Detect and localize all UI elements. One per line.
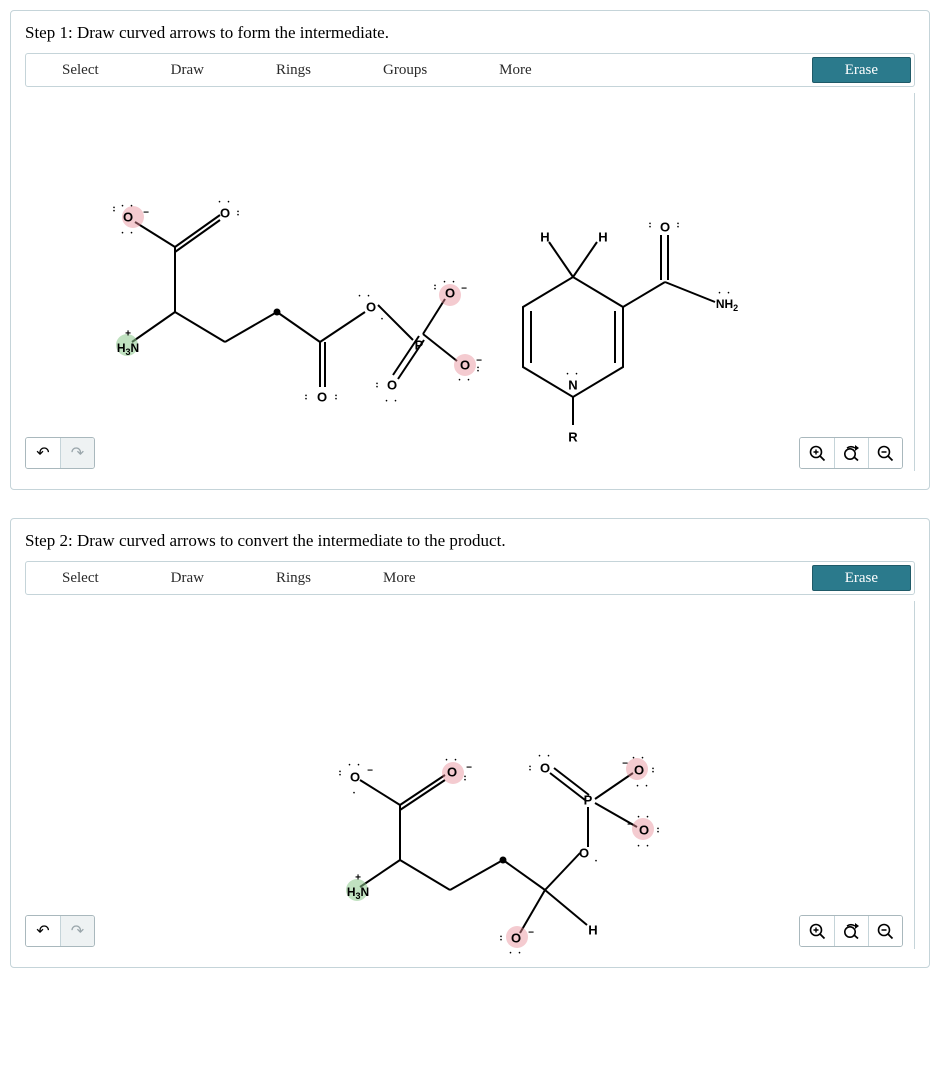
step2-title: Step 2: Draw curved arrows to convert th… [25, 531, 915, 551]
molecule-drawing-1 [25, 87, 925, 477]
undo-icon: ↶ [36, 921, 49, 941]
atom-h1: H [540, 230, 549, 245]
atom-o4: O [366, 300, 376, 315]
atom-o4: O [634, 763, 644, 778]
tab-more[interactable]: More [463, 54, 568, 86]
step1-panel: Step 1: Draw curved arrows to form the i… [10, 10, 930, 490]
atom-o1-charge: − [367, 766, 373, 777]
tab-groups[interactable]: Groups [347, 54, 463, 86]
atom-r: R [568, 430, 577, 445]
atom-o6: O [387, 378, 397, 393]
zoom-in-icon [809, 445, 826, 462]
atom-o3: O [540, 761, 550, 776]
atom-h3n-charge: + [355, 873, 361, 884]
molecule-drawing-2 [25, 595, 925, 955]
zoom-in-button[interactable] [800, 438, 834, 468]
zoom-out-icon [877, 445, 894, 462]
atom-o8: O [660, 220, 670, 235]
tab-draw[interactable]: Draw [135, 562, 240, 594]
atom-o2: O [220, 206, 230, 221]
atom-nh2: NH2 [716, 297, 738, 313]
zoom-controls-2 [799, 915, 903, 947]
step1-title: Step 1: Draw curved arrows to form the i… [25, 23, 915, 43]
zoom-out-button[interactable] [868, 438, 902, 468]
atom-h3n: H3N [117, 341, 139, 357]
redo-button: ↷ [60, 438, 94, 468]
tab-rings[interactable]: Rings [240, 562, 347, 594]
redo-icon: ↷ [71, 921, 84, 941]
atom-o5: O [445, 286, 455, 301]
atom-o7: O [460, 358, 470, 373]
atom-o7-charge: − [528, 928, 534, 939]
atom-o5: O [639, 823, 649, 838]
zoom-reset-icon [843, 923, 861, 940]
zoom-out-button[interactable] [868, 916, 902, 946]
zoom-reset-icon [843, 445, 861, 462]
zoom-out-icon [877, 923, 894, 940]
step1-canvas[interactable]: O − : . . . . O . . : H3N + O : : O . . … [25, 87, 915, 477]
atom-o2: O [447, 765, 457, 780]
atom-o1-charge: − [143, 208, 149, 219]
step1-toolbar: Select Draw Rings Groups More Erase [25, 53, 915, 87]
zoom-in-icon [809, 923, 826, 940]
step2-panel: Step 2: Draw curved arrows to convert th… [10, 518, 930, 968]
atom-n: N [568, 378, 577, 393]
atom-o1: O [350, 770, 360, 785]
redo-icon: ↷ [71, 443, 84, 463]
step2-toolbar: Select Draw Rings More Erase [25, 561, 915, 595]
tab-select[interactable]: Select [26, 54, 135, 86]
atom-o7: O [511, 931, 521, 946]
atom-h3n-charge: + [125, 329, 131, 340]
atom-p: P [415, 338, 424, 353]
atom-h: H [588, 923, 597, 938]
atom-o4-charge: − [622, 759, 628, 770]
zoom-in-button[interactable] [800, 916, 834, 946]
atom-o1: O [123, 210, 133, 225]
atom-h2: H [598, 230, 607, 245]
atom-p: P [584, 793, 593, 808]
tab-rings[interactable]: Rings [240, 54, 347, 86]
atom-o6: O [579, 846, 589, 861]
tab-select[interactable]: Select [26, 562, 135, 594]
undo-icon: ↶ [36, 443, 49, 463]
history-controls-2: ↶ ↷ [25, 915, 95, 947]
step2-canvas[interactable]: O − : . . . O − . . : H3N + O . . : P O … [25, 595, 915, 955]
undo-button[interactable]: ↶ [26, 438, 60, 468]
zoom-controls [799, 437, 903, 469]
zoom-reset-button[interactable] [834, 438, 868, 468]
atom-o5-charge: − [627, 820, 633, 831]
tab-more[interactable]: More [347, 562, 452, 594]
atom-o5-charge: − [461, 284, 467, 295]
redo-button: ↷ [60, 916, 94, 946]
history-controls: ↶ ↷ [25, 437, 95, 469]
atom-h3n: H3N [347, 885, 369, 901]
tab-draw[interactable]: Draw [135, 54, 240, 86]
atom-o3: O [317, 390, 327, 405]
zoom-reset-button[interactable] [834, 916, 868, 946]
erase-button[interactable]: Erase [812, 565, 911, 591]
undo-button[interactable]: ↶ [26, 916, 60, 946]
erase-button[interactable]: Erase [812, 57, 911, 83]
